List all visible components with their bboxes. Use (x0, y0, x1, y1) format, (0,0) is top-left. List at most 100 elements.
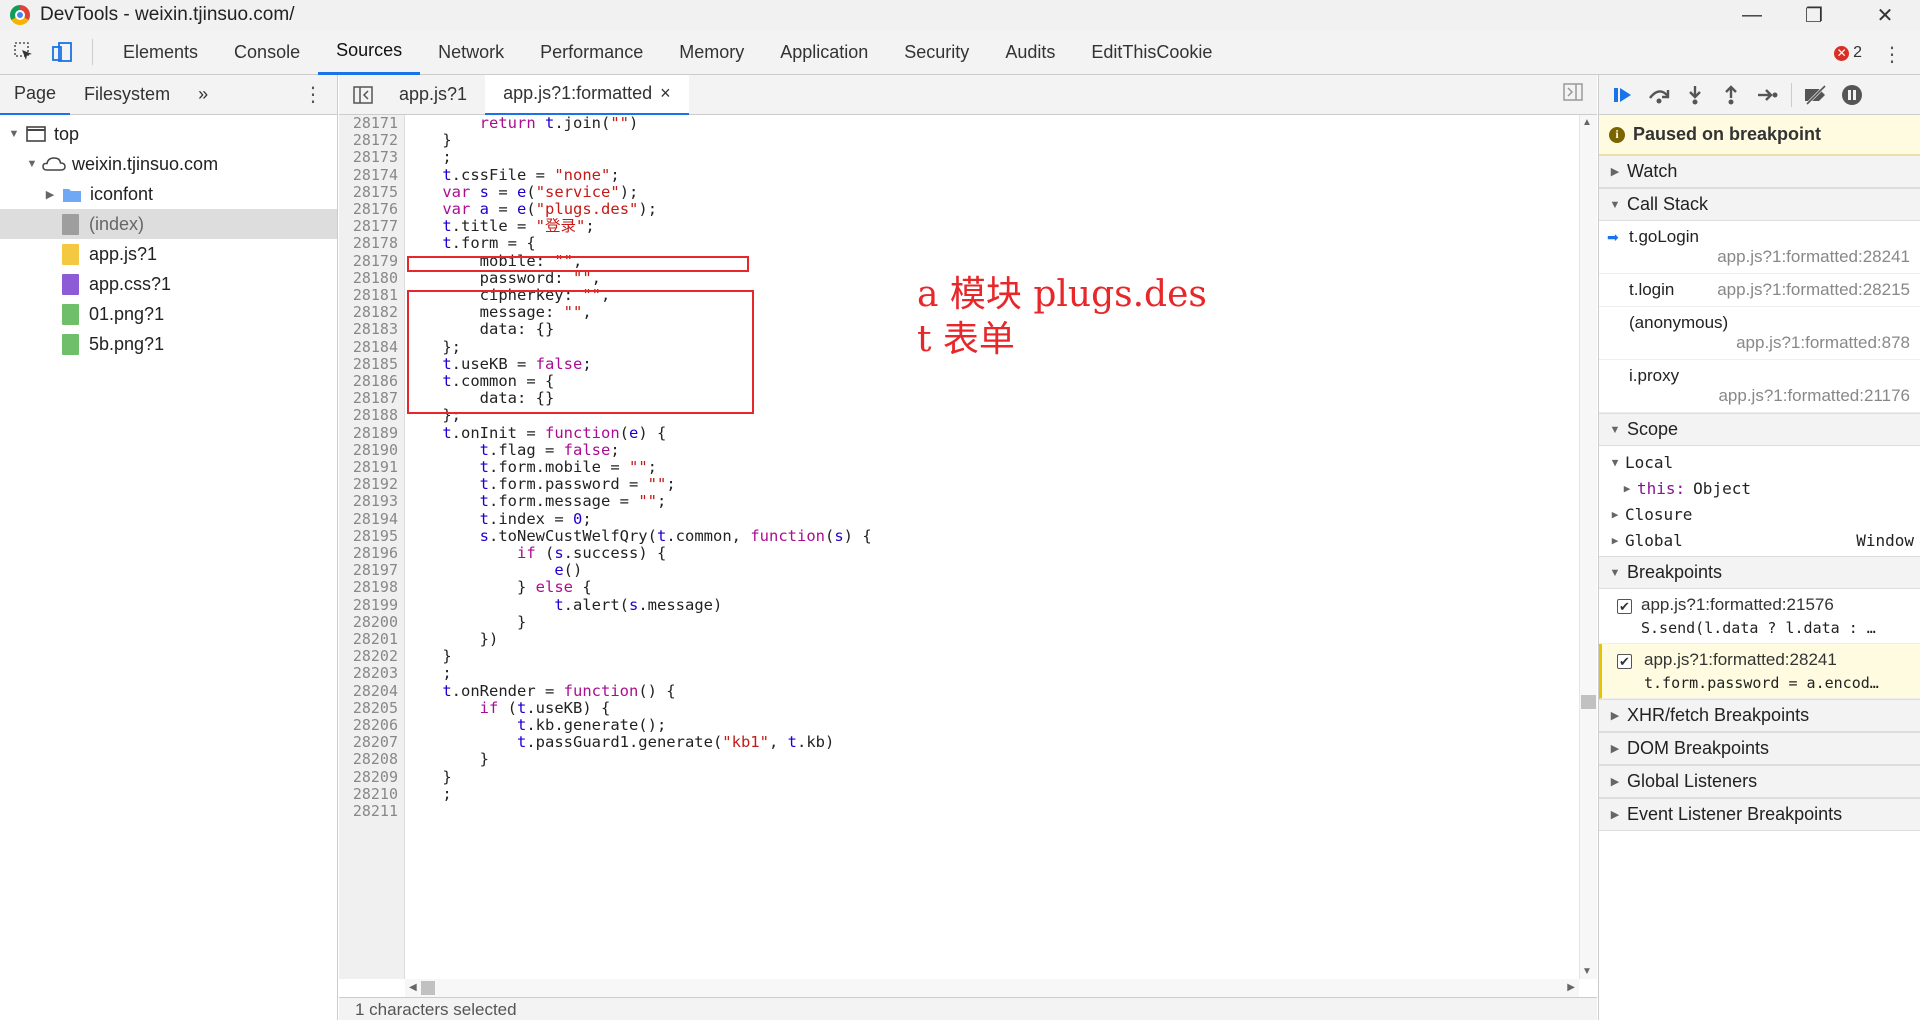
line-number[interactable]: 28187 (339, 390, 398, 407)
code-line[interactable]: 28172 } (339, 132, 1579, 149)
line-number[interactable]: 28182 (339, 304, 398, 321)
section-call-stack[interactable]: ▼ Call Stack (1599, 188, 1920, 221)
tab-security[interactable]: Security (886, 30, 987, 75)
editor-tab-app-js-formatted[interactable]: app.js?1:formatted × (485, 74, 689, 115)
code-line[interactable]: 28205 if (t.useKB) { (339, 699, 1579, 717)
horizontal-scrollbar[interactable]: ◀ ▶ (405, 979, 1579, 997)
code-line[interactable]: 28192 t.form.password = ""; (339, 476, 1579, 493)
line-number[interactable]: 28202 (339, 648, 398, 665)
line-number[interactable]: 28181 (339, 287, 398, 304)
section-watch[interactable]: ▶ Watch (1599, 155, 1920, 188)
code-line[interactable]: 28210 ; (339, 785, 1579, 803)
line-number[interactable]: 28196 (339, 545, 398, 562)
code-line[interactable]: 28199 t.alert(s.message) (339, 596, 1579, 614)
line-number[interactable]: 28180 (339, 269, 398, 287)
code-line[interactable]: 28193 t.form.message = ""; (339, 493, 1579, 510)
tab-sources[interactable]: Sources (318, 30, 421, 75)
code-line[interactable]: 28176 var a = e("plugs.des"); (339, 201, 1579, 218)
line-number[interactable]: 28179 (339, 252, 398, 270)
scroll-up-icon[interactable]: ▲ (1582, 117, 1592, 128)
code-line[interactable]: 28191 t.form.mobile = ""; (339, 459, 1579, 476)
line-number[interactable]: 28192 (339, 476, 398, 493)
editor-tab-app-js[interactable]: app.js?1 (381, 75, 485, 115)
tab-application[interactable]: Application (762, 30, 886, 75)
line-number[interactable]: 28173 (339, 149, 398, 166)
step-out-button[interactable] (1713, 80, 1749, 110)
code-line[interactable]: 28190 t.flag = false; (339, 441, 1579, 459)
line-number[interactable]: 28210 (339, 785, 398, 803)
navigator-menu-icon[interactable]: ⋮ (303, 82, 323, 107)
code-line[interactable]: 28201 }) (339, 631, 1579, 648)
line-number[interactable]: 28185 (339, 355, 398, 373)
section-breakpoints[interactable]: ▼ Breakpoints (1599, 556, 1920, 589)
line-number[interactable]: 28193 (339, 493, 398, 510)
section-xhr-breakpoints[interactable]: ▶ XHR/fetch Breakpoints (1599, 699, 1920, 732)
tab-performance[interactable]: Performance (522, 30, 661, 75)
tree-item-domain[interactable]: ▼ weixin.tjinsuo.com (0, 149, 337, 179)
scroll-left-icon[interactable]: ◀ (409, 982, 417, 993)
code-line[interactable]: 28211 (339, 803, 1579, 820)
scope-global[interactable]: ▶ Global Window (1599, 527, 1920, 553)
code-line[interactable]: 28208 } (339, 751, 1579, 768)
line-number[interactable]: 28199 (339, 596, 398, 614)
toggle-debugger-icon[interactable] (1563, 83, 1583, 106)
tab-console[interactable]: Console (216, 30, 318, 75)
breakpoint-item[interactable]: ✔ app.js?1:formatted:21576 S.send(l.data… (1599, 589, 1920, 644)
line-number[interactable]: 28198 (339, 579, 398, 596)
tree-item-iconfont[interactable]: ▶ iconfont (0, 179, 337, 209)
vertical-scrollbar[interactable]: ▲ ▼ (1579, 115, 1597, 979)
line-number[interactable]: 28174 (339, 166, 398, 184)
tree-item-5b-png[interactable]: 5b.png?1 (0, 329, 337, 359)
pause-on-exceptions-button[interactable] (1834, 80, 1870, 110)
device-toolbar-icon[interactable] (48, 38, 76, 66)
frame-location[interactable]: app.js?1:formatted:878 (1629, 333, 1910, 353)
tab-memory[interactable]: Memory (661, 30, 762, 75)
call-frame-0[interactable]: ➡ t.goLogin app.js?1:formatted:28241 (1599, 221, 1920, 274)
tab-audits[interactable]: Audits (987, 30, 1073, 75)
line-number[interactable]: 28191 (339, 459, 398, 476)
line-number[interactable]: 28209 (339, 768, 398, 786)
code-line[interactable]: 28200 } (339, 613, 1579, 631)
breakpoint-item-active[interactable]: ✔ app.js?1:formatted:28241 t.form.passwo… (1599, 644, 1920, 699)
line-number[interactable]: 28178 (339, 235, 398, 252)
section-scope[interactable]: ▼ Scope (1599, 413, 1920, 446)
line-number[interactable]: 28171 (339, 115, 398, 132)
line-number[interactable]: 28176 (339, 201, 398, 218)
line-number[interactable]: 28188 (339, 407, 398, 424)
frame-location[interactable]: app.js?1:formatted:28215 (1717, 280, 1910, 300)
section-dom-breakpoints[interactable]: ▶ DOM Breakpoints (1599, 732, 1920, 765)
code-line[interactable]: 28209 } (339, 768, 1579, 786)
section-event-listener-breakpoints[interactable]: ▶ Event Listener Breakpoints (1599, 798, 1920, 831)
line-number[interactable]: 28186 (339, 373, 398, 390)
breakpoint-checkbox[interactable]: ✔ (1617, 654, 1632, 669)
code-line[interactable]: 28175 var s = e("service"); (339, 183, 1579, 201)
code-line[interactable]: 28195 s.toNewCustWelfQry(t.common, funct… (339, 527, 1579, 545)
code-line[interactable]: 28207 t.passGuard1.generate("kb1", t.kb) (339, 734, 1579, 751)
code-line[interactable]: 28196 if (s.success) { (339, 545, 1579, 562)
inspect-element-icon[interactable] (10, 38, 38, 66)
line-number[interactable]: 28205 (339, 699, 398, 717)
step-into-button[interactable] (1677, 80, 1713, 110)
code-line[interactable]: 28202 } (339, 648, 1579, 665)
minimize-button[interactable]: — (1722, 0, 1782, 30)
code-line[interactable]: 28177 t.title = "登录"; (339, 218, 1579, 235)
resume-button[interactable] (1605, 80, 1641, 110)
maximize-button[interactable]: ❐ (1784, 0, 1844, 30)
scroll-down-icon[interactable]: ▼ (1582, 966, 1592, 977)
tree-item-01-png[interactable]: 01.png?1 (0, 299, 337, 329)
code-line[interactable]: 28171 return t.join("") (339, 115, 1579, 132)
deactivate-breakpoints-button[interactable] (1798, 80, 1834, 110)
line-number[interactable]: 28184 (339, 338, 398, 356)
code-line[interactable]: 28203 ; (339, 665, 1579, 682)
step-over-button[interactable] (1641, 80, 1677, 110)
line-number[interactable]: 28189 (339, 424, 398, 442)
close-window-button[interactable]: ✕ (1855, 0, 1915, 30)
error-count-badge[interactable]: ✕ 2 (1834, 44, 1862, 62)
tree-item-top[interactable]: ▼ top (0, 119, 337, 149)
line-number[interactable]: 28207 (339, 734, 398, 751)
call-frame-2[interactable]: (anonymous) app.js?1:formatted:878 (1599, 307, 1920, 360)
close-tab-icon[interactable]: × (660, 83, 671, 104)
code-line[interactable]: 28204 t.onRender = function() { (339, 682, 1579, 700)
line-number[interactable]: 28208 (339, 751, 398, 768)
tab-page[interactable]: Page (0, 75, 71, 115)
